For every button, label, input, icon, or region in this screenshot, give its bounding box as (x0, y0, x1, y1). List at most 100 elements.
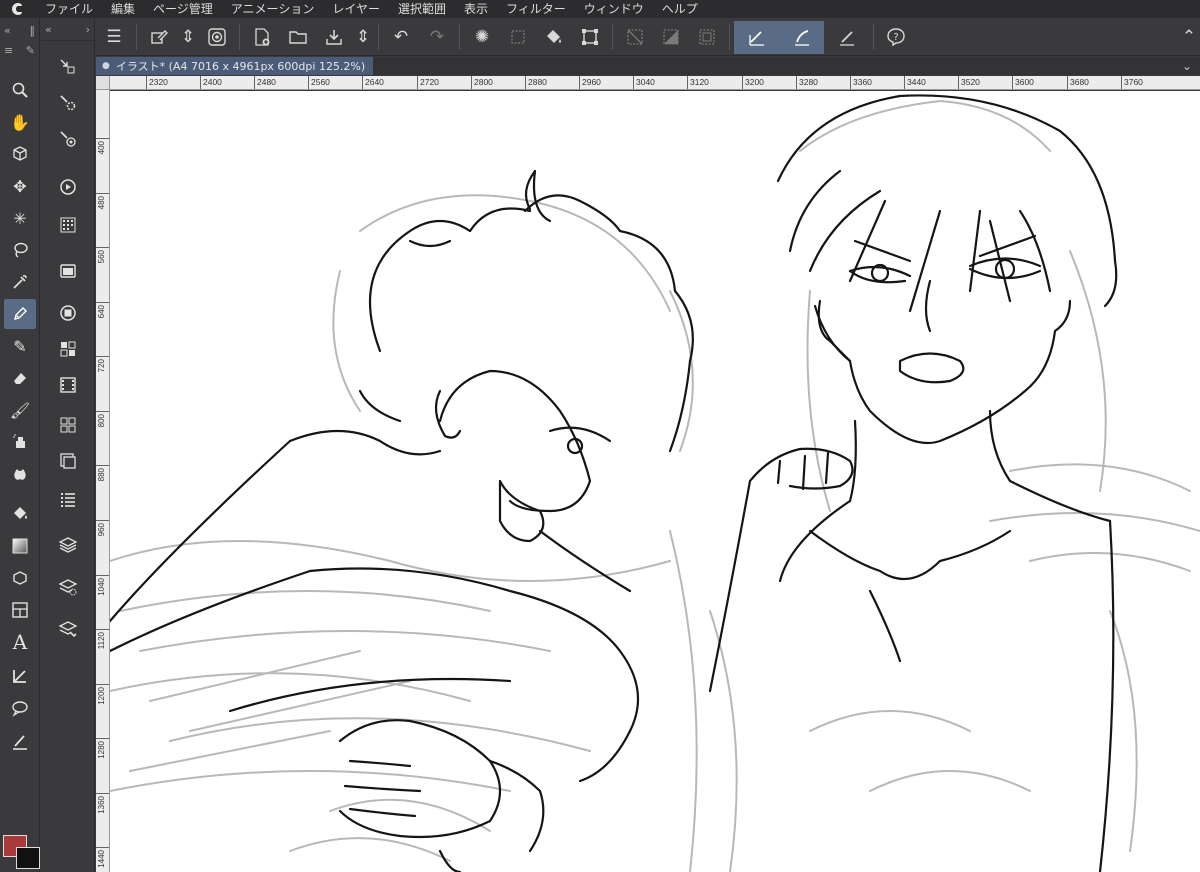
balloon-icon[interactable] (4, 693, 36, 723)
pencil-icon[interactable]: ✎ (4, 331, 36, 361)
layer-property-icon[interactable] (53, 257, 83, 285)
document-tab[interactable]: ● イラスト* (A4 7016 x 4961px 600dpi 125.2%) (96, 57, 374, 75)
subtool-settings-icon[interactable] (53, 89, 83, 117)
tool-palette-menu: ≡ ✎ (0, 41, 39, 59)
palette-grip-icon[interactable]: ‖ (30, 24, 36, 37)
snap-to-grid-icon[interactable] (824, 21, 869, 54)
loading-icon[interactable]: ✺ (464, 21, 500, 54)
fill-bucket-icon[interactable] (536, 21, 572, 54)
layer-search-icon[interactable] (53, 447, 83, 475)
menu-edit[interactable]: 編集 (102, 0, 144, 18)
separator (729, 24, 730, 50)
new-file-icon[interactable] (244, 21, 280, 54)
ruler-tick: 2560 (308, 76, 330, 89)
layer-icon[interactable] (53, 531, 83, 559)
menu-file[interactable]: ファイル (36, 0, 102, 18)
subtool-operation-icon[interactable] (53, 53, 83, 81)
zoom-icon[interactable] (4, 75, 36, 105)
expand-right-icon[interactable]: › (86, 23, 90, 36)
vertical-ruler[interactable]: 400 480 560 640 720 800 880 960 1040 112… (96, 90, 110, 872)
intermediate-color-icon[interactable] (53, 299, 83, 327)
frame-icon[interactable] (4, 595, 36, 625)
redo-icon[interactable]: ↷ (419, 21, 455, 54)
brush-icon[interactable]: 🖌 (4, 395, 36, 425)
save-icon[interactable] (316, 21, 352, 54)
navigator-icon[interactable] (53, 173, 83, 201)
clip-studio-icon[interactable] (199, 21, 235, 54)
menu-help[interactable]: ヘルプ (653, 0, 707, 18)
history-icon[interactable] (53, 485, 83, 513)
balloon-tail-icon[interactable] (4, 661, 36, 691)
ruler-tick: 480 (96, 193, 109, 223)
chevron-down-icon[interactable]: ⌄ (1182, 57, 1192, 75)
new-canvas-icon[interactable] (141, 21, 177, 54)
figure-icon[interactable] (4, 563, 36, 593)
invert-selection-icon[interactable] (653, 21, 689, 54)
undo-icon[interactable]: ↶ (383, 21, 419, 54)
deselect-icon[interactable] (617, 21, 653, 54)
hamburger-menu-icon[interactable]: ☰ (96, 21, 132, 54)
timeline-icon[interactable] (53, 371, 83, 399)
menu-lines-icon[interactable]: ≡ (4, 44, 13, 57)
material-icon[interactable] (53, 411, 83, 439)
text-icon[interactable]: A (4, 627, 36, 657)
ruler-tick: 3360 (850, 76, 872, 89)
line-correction-icon[interactable] (4, 727, 36, 757)
fill-icon[interactable] (4, 499, 36, 529)
ruler-tick-label: 1280 (97, 741, 106, 759)
ruler-tick: 3200 (742, 76, 764, 89)
selection-border-icon[interactable] (689, 21, 725, 54)
ruler-tick: 400 (96, 138, 109, 168)
open-folder-icon[interactable] (280, 21, 316, 54)
move-icon[interactable]: ✥ (4, 171, 36, 201)
stepper-icon[interactable]: ⇕ (352, 21, 374, 54)
ruler-tick-label: 2640 (365, 77, 384, 87)
menu-window[interactable]: ウィンドウ (575, 0, 653, 18)
ruler-tick: 3520 (958, 76, 980, 89)
auto-select-icon[interactable]: ✳ (4, 203, 36, 233)
horizontal-ruler[interactable]: 2320 2400 2480 2560 2640 2720 2800 2880 … (110, 76, 1200, 90)
app-logo-icon[interactable] (0, 0, 36, 18)
menu-view[interactable]: 表示 (455, 0, 497, 18)
menu-page[interactable]: ページ管理 (144, 0, 222, 18)
object-icon[interactable] (4, 139, 36, 169)
blend-icon[interactable] (4, 459, 36, 489)
drawing-canvas[interactable] (110, 91, 1200, 872)
hand-icon[interactable]: ✋ (4, 107, 36, 137)
ruler-tick-label: 2480 (257, 77, 276, 87)
pen-small-icon[interactable]: ✎ (26, 44, 35, 57)
collapse-left-icon[interactable]: « (45, 23, 52, 36)
snap-to-special-ruler-icon[interactable] (779, 20, 824, 54)
tool-palette-header: « ‖ (0, 19, 39, 41)
menu-filter[interactable]: フィルター (497, 0, 575, 18)
ruler-tick: 960 (96, 520, 109, 550)
lasso-icon[interactable] (4, 235, 36, 265)
gradient-icon[interactable] (4, 531, 36, 561)
sub-color-swatch[interactable] (16, 847, 40, 869)
stepper-icon[interactable]: ⇕ (177, 21, 199, 54)
pen-icon[interactable] (4, 299, 36, 329)
ruler-tick: 3040 (633, 76, 655, 89)
transform-icon[interactable] (572, 21, 608, 54)
collapse-toolbar-icon[interactable]: ⌃ (1178, 21, 1200, 54)
auto-action-icon[interactable] (53, 573, 83, 601)
ruler-tick-label: 1440 (97, 850, 106, 868)
snap-to-ruler-icon[interactable] (734, 20, 779, 54)
airbrush-icon[interactable] (4, 427, 36, 457)
clear-icon[interactable] (500, 21, 536, 54)
separator (459, 24, 460, 50)
eraser-icon[interactable] (4, 363, 36, 393)
animation-cel-icon[interactable] (53, 615, 83, 643)
collapse-left-icon[interactable]: « (4, 24, 11, 37)
color-set-icon[interactable] (53, 211, 83, 239)
eyedropper-icon[interactable] (4, 267, 36, 297)
color-slider-icon[interactable] (53, 335, 83, 363)
menu-animation[interactable]: アニメーション (222, 0, 324, 18)
subtool-target-icon[interactable] (53, 125, 83, 153)
separator (136, 24, 137, 50)
menu-layer[interactable]: レイヤー (323, 0, 389, 18)
ruler-tick: 880 (96, 465, 109, 495)
ruler-tick-label: 2560 (311, 77, 330, 87)
help-icon[interactable]: ? (878, 21, 914, 54)
menu-selection[interactable]: 選択範囲 (389, 0, 455, 18)
